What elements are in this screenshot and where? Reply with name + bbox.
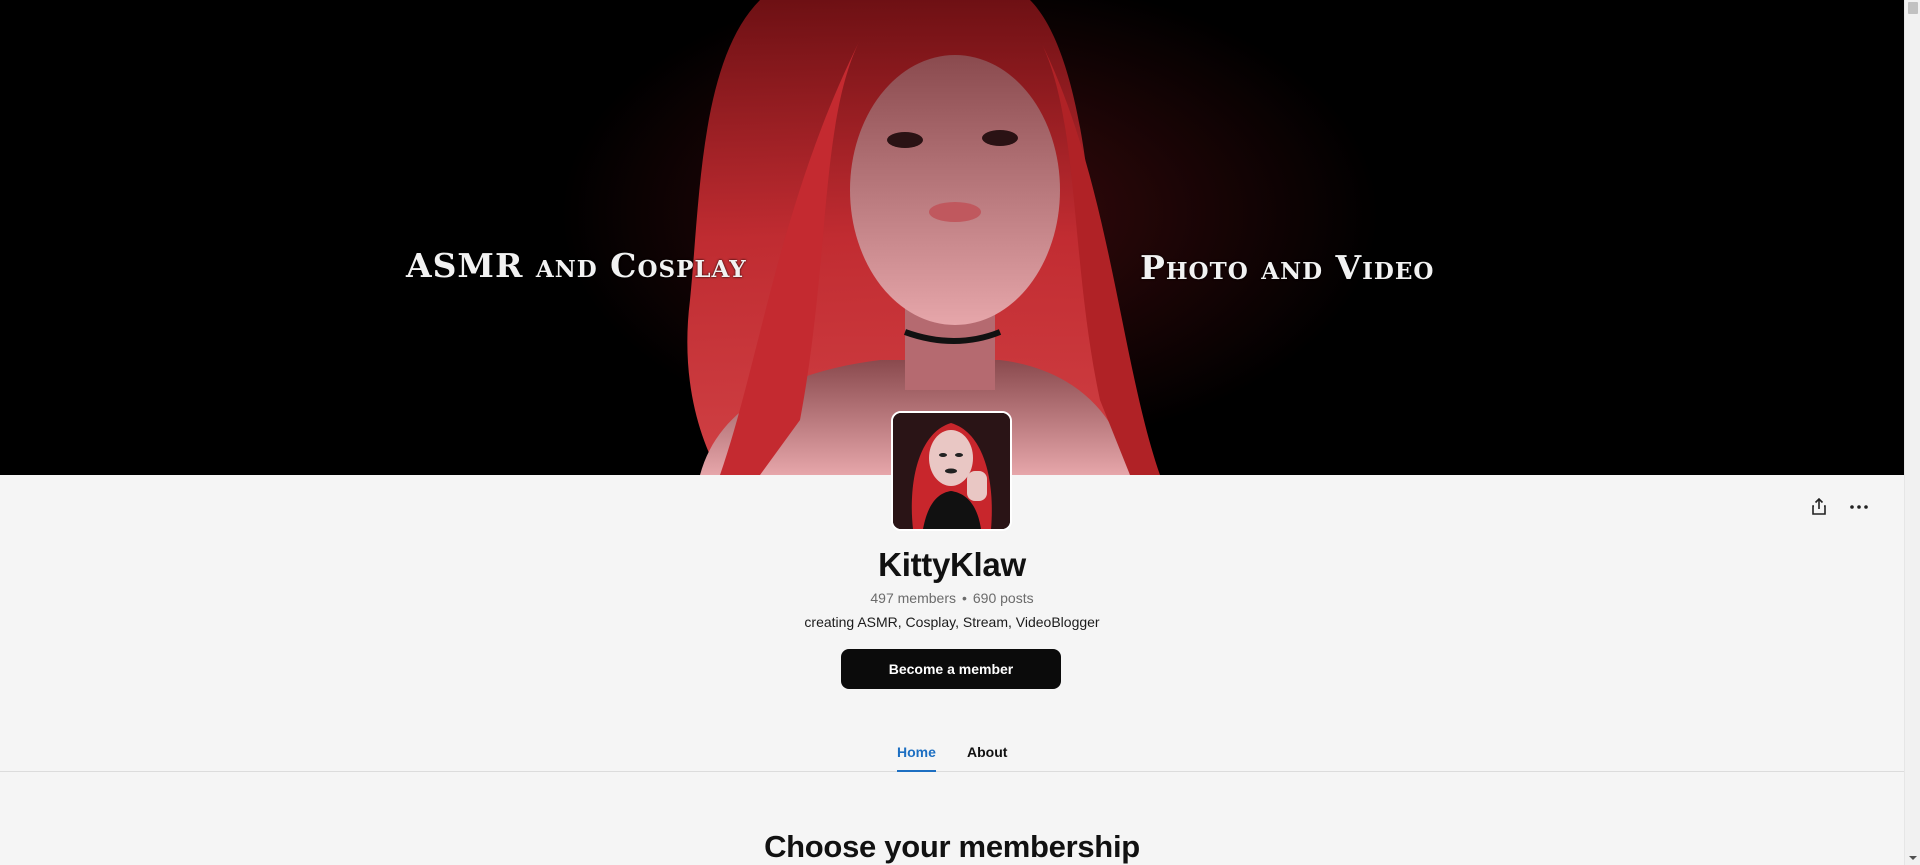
more-options-button[interactable] [1845,493,1873,521]
members-count: 497 members [870,590,956,606]
creator-stats: 497 members • 690 posts [0,590,1904,606]
membership-section-title: Choose your membership [764,829,1140,864]
profile-tabs: Home About [0,730,1904,772]
vertical-scrollbar[interactable] [1904,0,1920,865]
tab-home[interactable]: Home [897,744,936,760]
cover-photo [0,0,1904,475]
creator-tagline: creating ASMR, Cosplay, Stream, VideoBlo… [804,614,1100,630]
creator-page: ASMR and Cosplay Photo and Video KittyKl… [0,0,1904,865]
banner-right-text: Photo and Video [1140,248,1435,287]
active-tab-indicator [897,770,936,772]
cover-banner: ASMR and Cosplay Photo and Video [0,0,1904,475]
scrollbar-thumb[interactable] [1908,2,1918,14]
share-button[interactable] [1805,493,1833,521]
more-horizontal-icon [1850,505,1868,509]
creator-name: KittyKlaw [878,546,1026,583]
scroll-down-arrow-icon[interactable] [1908,854,1918,862]
stats-separator: • [961,590,967,606]
become-member-button[interactable]: Become a member [841,649,1061,689]
avatar-image [893,413,1010,529]
banner-left-text: ASMR and Cosplay [406,246,747,285]
share-icon [1812,498,1826,515]
tab-about[interactable]: About [967,744,1007,760]
posts-count: 690 posts [972,590,1034,606]
avatar [891,411,1012,531]
